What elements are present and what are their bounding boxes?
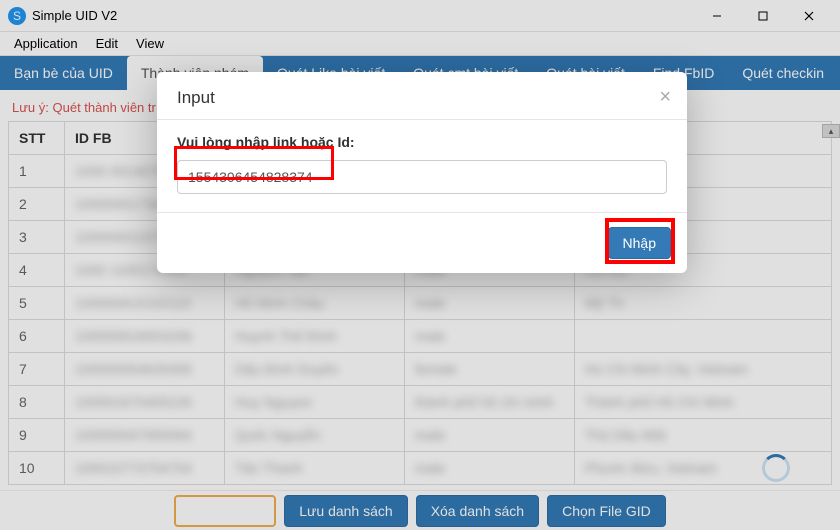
action-bar: Quét 1 UID Lưu danh sách Xóa danh sách C… bbox=[0, 490, 840, 530]
window-title: Simple UID V2 bbox=[32, 8, 694, 23]
cell-stt: 7 bbox=[9, 353, 65, 386]
choose-file-button[interactable]: Chọn File GID bbox=[547, 495, 666, 527]
cell-c3: Huynh Thế Đình bbox=[225, 320, 405, 353]
cell-stt: 10 bbox=[9, 452, 65, 485]
cell-c5: Ho Chi Minh City, Vietnam bbox=[575, 353, 832, 386]
cell-c5: Phước Bửu, Vietnam bbox=[575, 452, 832, 485]
cell-c4: male bbox=[405, 320, 575, 353]
menu-view[interactable]: View bbox=[128, 34, 172, 53]
window-maximize[interactable] bbox=[740, 0, 786, 32]
scan-uid-button[interactable]: Quét 1 UID bbox=[174, 495, 276, 527]
cell-idfb: 100000616003206 bbox=[65, 320, 225, 353]
cell-c4: male bbox=[405, 287, 575, 320]
table-row[interactable]: 6100000616003206Huynh Thế Đìnhmale bbox=[9, 320, 832, 353]
loading-spinner-icon bbox=[762, 454, 790, 482]
menu-edit[interactable]: Edit bbox=[88, 34, 126, 53]
modal-close-button[interactable]: × bbox=[659, 86, 671, 109]
cell-stt: 3 bbox=[9, 221, 65, 254]
cell-stt: 4 bbox=[9, 254, 65, 287]
scrollbar-up-icon[interactable]: ▴ bbox=[822, 124, 840, 138]
input-modal: Input × Vui lòng nhập link hoặc Id: Nhập bbox=[157, 72, 687, 273]
cell-idfb: 100000615102110 bbox=[65, 287, 225, 320]
titlebar: S Simple UID V2 bbox=[0, 0, 840, 32]
cell-stt: 1 bbox=[9, 155, 65, 188]
window-close[interactable] bbox=[786, 0, 832, 32]
cell-idfb: 100000054626306 bbox=[65, 353, 225, 386]
col-stt: STT bbox=[9, 122, 65, 155]
window-minimize[interactable] bbox=[694, 0, 740, 32]
table-row[interactable]: 8100001670405226Huy Nguyenthành phố hồ c… bbox=[9, 386, 832, 419]
tab-friends-uid[interactable]: Bạn bè của UID bbox=[0, 56, 127, 90]
cell-c5: Mỹ Th bbox=[575, 287, 832, 320]
cell-c4: thành phố hồ chí minh bbox=[405, 386, 575, 419]
cell-stt: 5 bbox=[9, 287, 65, 320]
table-row[interactable]: 7100000054626306Dậu Đình DuyênfemaleHo C… bbox=[9, 353, 832, 386]
cell-c3: Hồ Minh Châu bbox=[225, 287, 405, 320]
cell-c3: Tân Thanh bbox=[225, 452, 405, 485]
modal-submit-button[interactable]: Nhập bbox=[608, 227, 671, 259]
app-icon: S bbox=[8, 7, 26, 25]
table-row[interactable]: 10100010773754754Tân ThanhmalePhước Bửu,… bbox=[9, 452, 832, 485]
table-row[interactable]: 5100000615102110Hồ Minh ChâumaleMỹ Th bbox=[9, 287, 832, 320]
cell-c3: Quốc Nguyễn bbox=[225, 419, 405, 452]
tab-scan-checkin[interactable]: Quét checkin bbox=[728, 56, 838, 90]
cell-stt: 2 bbox=[9, 188, 65, 221]
table-row[interactable]: 9100000047950064Quốc NguyễnmaleThủ Dầu M… bbox=[9, 419, 832, 452]
modal-link-input[interactable] bbox=[177, 160, 667, 194]
cell-idfb: 100001670405226 bbox=[65, 386, 225, 419]
cell-c5 bbox=[575, 320, 832, 353]
cell-idfb: 100010773754754 bbox=[65, 452, 225, 485]
cell-c3: Huy Nguyen bbox=[225, 386, 405, 419]
cell-stt: 9 bbox=[9, 419, 65, 452]
cell-c5: Thành phố Hồ Chí Minh bbox=[575, 386, 832, 419]
save-list-button[interactable]: Lưu danh sách bbox=[284, 495, 407, 527]
cell-idfb: 100000047950064 bbox=[65, 419, 225, 452]
clear-list-button[interactable]: Xóa danh sách bbox=[416, 495, 539, 527]
cell-c4: male bbox=[405, 452, 575, 485]
cell-c4: male bbox=[405, 419, 575, 452]
modal-input-label: Vui lòng nhập link hoặc Id: bbox=[177, 134, 667, 150]
cell-c3: Dậu Đình Duyên bbox=[225, 353, 405, 386]
cell-stt: 6 bbox=[9, 320, 65, 353]
cell-c4: female bbox=[405, 353, 575, 386]
modal-title: Input bbox=[177, 88, 659, 108]
cell-c5: Thủ Dầu Một bbox=[575, 419, 832, 452]
menu-application[interactable]: Application bbox=[6, 34, 86, 53]
cell-stt: 8 bbox=[9, 386, 65, 419]
menubar: Application Edit View bbox=[0, 32, 840, 56]
